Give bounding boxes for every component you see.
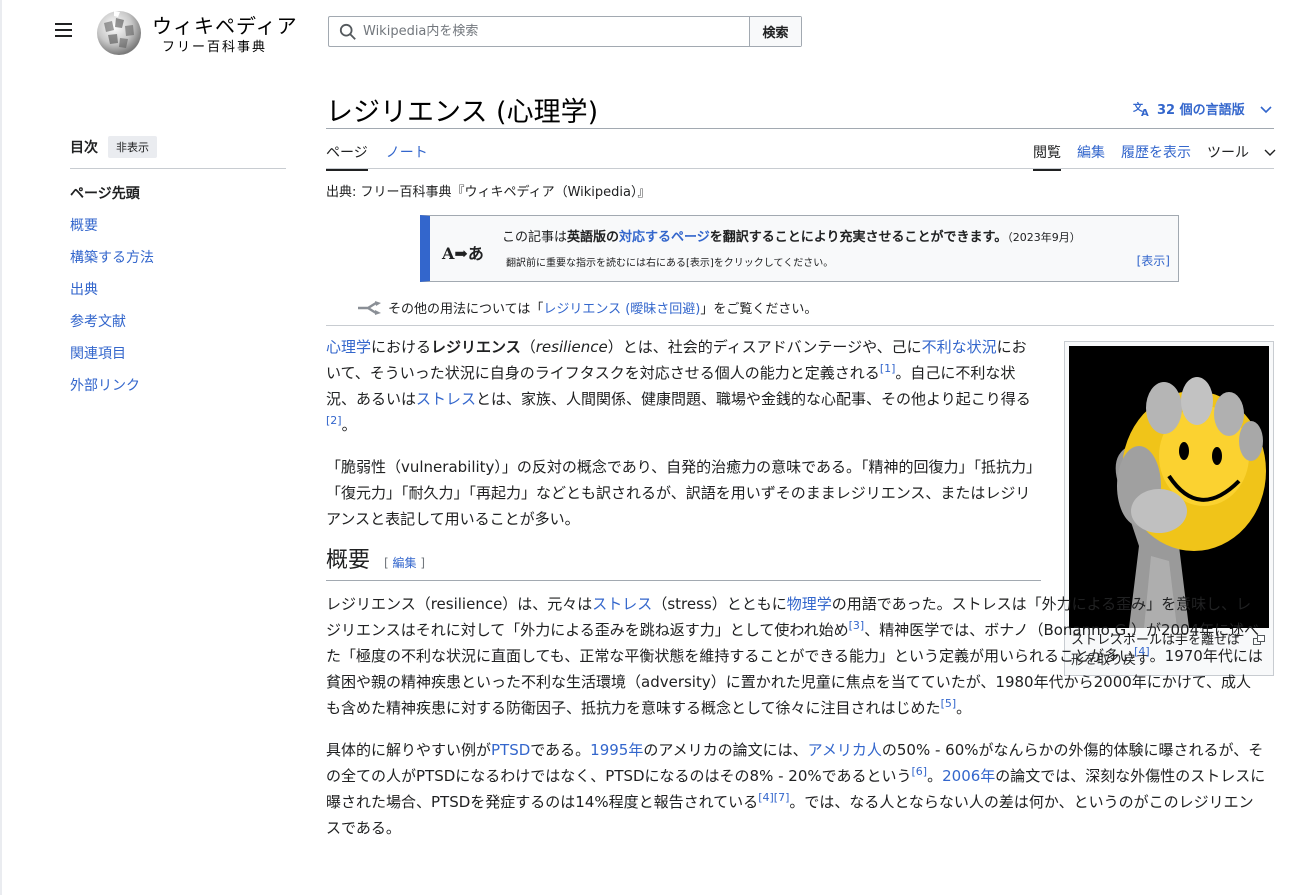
- search-button[interactable]: 検索: [749, 17, 801, 46]
- ref-2[interactable]: [2]: [326, 414, 342, 427]
- section-overview-heading: 概要 [ 編集 ]: [326, 548, 1041, 581]
- svg-text:A: A: [1141, 108, 1149, 117]
- hatnote-post: 」をご覧ください。: [700, 302, 818, 317]
- search-box: [329, 17, 749, 46]
- notice-text-bold1: 英語版の: [567, 230, 620, 245]
- language-button[interactable]: 文 A 32 個の言語版: [1133, 99, 1273, 118]
- hatnote-link[interactable]: レジリエンス (曖昧さ回避): [543, 302, 700, 317]
- tab-tools[interactable]: ツール: [1207, 142, 1277, 171]
- section-edit-link[interactable]: [ 編集 ]: [384, 550, 425, 576]
- overview-paragraph-1: レジリエンス（resilience）は、元々はストレス（stress）とともに物…: [326, 595, 1263, 717]
- intro-paragraph-1: 心理学におけるレジリエンス（resilience）とは、社会的ディスアドバンテー…: [326, 338, 1031, 434]
- tab-tools-label: ツール: [1207, 145, 1249, 161]
- toc-item-overview[interactable]: 概要: [70, 215, 286, 247]
- search-input[interactable]: [329, 17, 749, 46]
- notice-subtext: 翻訳前に重要な指示を読むには右にある[表示]をクリックしてください。: [506, 258, 834, 269]
- section-overview-title: 概要: [326, 548, 371, 573]
- link-psychology[interactable]: 心理学: [326, 338, 371, 356]
- link-physics[interactable]: 物理学: [787, 595, 832, 613]
- article-content: 心理学におけるレジリエンス（resilience）とは、社会的ディスアドバンテー…: [326, 334, 1266, 857]
- hatnote-pre: その他の用法については「: [388, 302, 544, 317]
- ref-1[interactable]: [1]: [880, 362, 896, 375]
- overview-paragraph-2: 具体的に解りやすい例がPTSDである。1995年のアメリカの論文には、アメリカ人…: [326, 741, 1266, 837]
- ref-4[interactable]: [4]: [1134, 645, 1150, 658]
- edit-label[interactable]: 編集: [393, 556, 417, 570]
- tab-talk[interactable]: ノート: [386, 142, 428, 171]
- search-icon: [339, 23, 356, 40]
- main-menu-icon[interactable]: [53, 21, 75, 39]
- chevron-down-icon: [1260, 105, 1272, 113]
- translation-notice: A➡あ この記事は英語版の対応するページを翻訳することにより充実させることができ…: [420, 215, 1179, 282]
- tab-edit[interactable]: 編集: [1077, 142, 1105, 171]
- edit-bracket-open: [: [384, 556, 393, 570]
- ref-4b[interactable]: [4]: [758, 791, 774, 804]
- wikipedia-globe-icon: [97, 11, 141, 55]
- tab-read[interactable]: 閲覧: [1033, 142, 1061, 171]
- toc-hide-button[interactable]: 非表示: [108, 136, 157, 158]
- logo-wordmark: ウィキペディア: [152, 14, 298, 38]
- toc-item-external-links[interactable]: 外部リンク: [70, 375, 286, 407]
- notice-text-bold2: を翻訳することにより充実させることができます。: [709, 230, 1008, 245]
- ref-5[interactable]: [5]: [941, 697, 957, 710]
- disambiguation-icon: [358, 300, 381, 315]
- link-adversity[interactable]: 不利な状況: [922, 338, 997, 356]
- logo-tagline: フリー百科事典: [162, 40, 268, 55]
- notice-show-toggle[interactable]: [表示]: [1137, 252, 1170, 269]
- link-stress-2[interactable]: ストレス: [592, 595, 652, 613]
- link-2006[interactable]: 2006年: [942, 767, 995, 785]
- notice-text-pre: この記事は: [502, 230, 568, 245]
- intro-paragraph-2: 「脆弱性（vulnerability）」の反対の概念であり、自発的治癒力の意味で…: [326, 458, 1034, 528]
- hatnote: その他の用法については「レジリエンス (曖昧さ回避)」をご覧ください。: [356, 298, 817, 317]
- toc-item-related[interactable]: 関連項目: [70, 343, 286, 375]
- search-bar: 検索: [328, 16, 802, 47]
- link-stress[interactable]: ストレス: [416, 390, 476, 408]
- translate-notice-icon: A➡あ: [442, 244, 484, 263]
- table-of-contents: 目次 非表示 ページ先頭 概要 構築する方法 出典 参考文献 関連項目 外部リン…: [70, 136, 286, 407]
- toc-item-top[interactable]: ページ先頭: [70, 183, 286, 215]
- edit-bracket-close: ]: [416, 556, 426, 570]
- ref-7[interactable]: [7]: [774, 791, 790, 804]
- ref-3[interactable]: [3]: [849, 619, 865, 632]
- wikipedia-logo[interactable]: ウィキペディア フリー百科事典: [94, 6, 297, 56]
- toc-item-references[interactable]: 参考文献: [70, 311, 286, 343]
- view-tabs: 閲覧 編集 履歴を表示 ツール: [1033, 142, 1277, 171]
- toc-item-building[interactable]: 構築する方法: [70, 247, 286, 279]
- toc-header: 目次 非表示: [70, 136, 286, 169]
- toc-list: ページ先頭 概要 構築する方法 出典 参考文献 関連項目 外部リンク: [70, 183, 286, 407]
- page-left-border: [0, 0, 2, 895]
- source-line: 出典: フリー百科事典『ウィキペディア（Wikipedia）』: [326, 185, 651, 200]
- namespace-tabs: ページ ノート: [326, 142, 428, 171]
- translate-icon: 文 A: [1133, 101, 1149, 117]
- tab-history[interactable]: 履歴を表示: [1121, 142, 1191, 171]
- notice-date: （2023年9月）: [1007, 231, 1081, 244]
- notice-main-text: この記事は英語版の対応するページを翻訳することにより充実させることができます。（…: [502, 226, 1081, 245]
- tabs-rule: [326, 168, 1274, 169]
- ref-6[interactable]: [6]: [912, 765, 928, 778]
- toc-item-sources[interactable]: 出典: [70, 279, 286, 311]
- link-1995[interactable]: 1995年: [590, 741, 643, 759]
- link-americans[interactable]: アメリカ人: [808, 741, 882, 759]
- chevron-down-icon: [1264, 149, 1276, 156]
- title-rule: [326, 128, 1274, 129]
- toc-title: 目次: [70, 140, 98, 156]
- notice-link[interactable]: 対応するページ: [619, 230, 710, 245]
- link-ptsd[interactable]: PTSD: [491, 741, 530, 759]
- language-count: 32 個の言語版: [1157, 103, 1245, 118]
- page-title: レジリエンス (心理学): [326, 97, 599, 128]
- hatnote-rule: [326, 325, 1274, 326]
- tab-page[interactable]: ページ: [326, 142, 368, 171]
